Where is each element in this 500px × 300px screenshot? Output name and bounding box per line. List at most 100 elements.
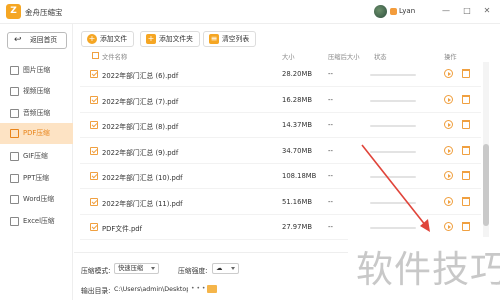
row-checkbox[interactable] [90, 147, 98, 155]
maximize-button[interactable]: □ [461, 5, 473, 17]
play-icon[interactable] [444, 146, 453, 155]
table-row[interactable]: 2022年部门汇总 (9).pdf 34.70MB -- [80, 139, 481, 164]
ppt-icon [10, 174, 19, 183]
play-icon[interactable] [444, 120, 453, 129]
audio-icon [10, 109, 19, 118]
column-status: 状态 [374, 54, 387, 61]
watermark: 软件技巧 [356, 248, 500, 291]
compressed-size: -- [328, 198, 333, 206]
table-row[interactable]: 2022年部门汇总 (11).pdf 51.16MB -- [80, 190, 481, 215]
pdf-icon [10, 129, 19, 138]
sidebar-item-video[interactable]: 视频压缩 [0, 81, 73, 102]
mode-select[interactable]: 快速压缩 [114, 263, 159, 274]
play-icon[interactable] [444, 69, 453, 78]
strength-value: ☁ [216, 265, 223, 272]
compressed-size: -- [328, 96, 333, 104]
row-checkbox[interactable] [90, 121, 98, 129]
vip-icon [390, 8, 397, 15]
sidebar-item-word[interactable]: Word压缩 [0, 189, 73, 210]
folder-plus-icon: + [146, 34, 156, 44]
row-checkbox[interactable] [90, 70, 98, 78]
sidebar-item-ppt[interactable]: PPT压缩 [0, 168, 73, 189]
play-icon[interactable] [444, 222, 453, 231]
progress-bar [370, 125, 416, 127]
browse-more-button[interactable]: • • • [191, 285, 205, 292]
play-icon[interactable] [444, 197, 453, 206]
file-size: 16.28MB [282, 96, 312, 104]
clear-list-button[interactable]: ≡ 清空列表 [203, 31, 257, 47]
trash-icon[interactable] [462, 95, 470, 104]
progress-bar [370, 151, 416, 153]
column-name: 文件名称 [102, 54, 128, 61]
file-size: 14.37MB [282, 121, 312, 129]
back-home-button[interactable]: ↩ 返回首页 [7, 32, 67, 49]
file-name: 2022年部门汇总 (6).pdf [102, 72, 179, 80]
file-size: 28.20MB [282, 70, 312, 78]
avatar[interactable] [374, 5, 387, 18]
title-bar: Z 金舟压缩宝 Lyan — □ ✕ [0, 0, 500, 24]
compressed-size: -- [328, 172, 333, 180]
compressed-size: -- [328, 223, 333, 231]
table-row[interactable]: 2022年部门汇总 (10).pdf 108.18MB -- [80, 164, 481, 189]
progress-bar [370, 74, 416, 76]
user-name[interactable]: Lyan [399, 7, 415, 15]
add-folder-label: 添加文件夹 [159, 35, 193, 43]
add-file-label: 添加文件 [100, 35, 128, 43]
file-name: 2022年部门汇总 (8).pdf [102, 123, 179, 131]
word-icon [10, 195, 19, 204]
sidebar-item-excel[interactable]: Excel压缩 [0, 211, 73, 232]
back-arrow-icon: ↩ [14, 35, 22, 45]
mode-value: 快速压缩 [118, 265, 144, 272]
scrollbar-thumb[interactable] [483, 144, 489, 226]
column-size: 大小 [282, 54, 295, 61]
column-compressed-size: 压缩后大小 [328, 54, 360, 61]
sidebar-item-audio[interactable]: 音频压缩 [0, 103, 73, 124]
add-file-button[interactable]: + 添加文件 [81, 31, 135, 47]
minimize-button[interactable]: — [440, 5, 452, 17]
file-size: 108.18MB [282, 172, 317, 180]
select-all-checkbox[interactable] [92, 52, 99, 59]
video-icon [10, 87, 19, 96]
sidebar-item-label: GIF压缩 [23, 152, 48, 160]
row-checkbox[interactable] [90, 198, 98, 206]
sidebar-item-image[interactable]: 图片压缩 [0, 60, 73, 81]
strength-label: 压缩强度: [178, 267, 208, 275]
compressed-size: -- [328, 70, 333, 78]
image-icon [10, 66, 19, 75]
file-name: 2022年部门汇总 (10).pdf [102, 174, 183, 182]
trash-icon[interactable] [462, 197, 470, 206]
trash-icon[interactable] [462, 120, 470, 129]
table-header: 文件名称 大小 压缩后大小 状态 操作 [80, 50, 492, 62]
sidebar: ↩ 返回首页 图片压缩 视频压缩 音频压缩 PDF压缩 GIF压缩 PPT压缩 … [0, 24, 73, 300]
plus-icon: + [87, 34, 97, 44]
trash-icon[interactable] [462, 222, 470, 231]
output-path[interactable]: C:\Users\admin\Desktop\金舟 [114, 284, 188, 295]
table-row[interactable]: 2022年部门汇总 (6).pdf 28.20MB -- [80, 62, 481, 87]
play-icon[interactable] [444, 171, 453, 180]
compressed-size: -- [328, 147, 333, 155]
file-size: 51.16MB [282, 198, 312, 206]
file-name: PDF文件.pdf [102, 225, 143, 233]
file-size: 34.70MB [282, 147, 312, 155]
row-checkbox[interactable] [90, 172, 98, 180]
table-row[interactable]: 2022年部门汇总 (8).pdf 14.37MB -- [80, 113, 481, 138]
trash-icon[interactable] [462, 69, 470, 78]
strength-select[interactable]: ☁ [212, 263, 239, 274]
app-title: 金舟压缩宝 [25, 8, 63, 17]
column-action: 操作 [444, 54, 457, 61]
close-button[interactable]: ✕ [481, 5, 493, 17]
row-checkbox[interactable] [90, 96, 98, 104]
play-icon[interactable] [444, 95, 453, 104]
add-folder-button[interactable]: + 添加文件夹 [140, 31, 200, 47]
trash-icon[interactable] [462, 146, 470, 155]
clear-list-label: 清空列表 [222, 35, 250, 43]
folder-icon[interactable] [207, 285, 217, 293]
table-row[interactable]: 2022年部门汇总 (7).pdf 16.28MB -- [80, 88, 481, 113]
sidebar-item-pdf[interactable]: PDF压缩 [0, 123, 73, 144]
sidebar-item-gif[interactable]: GIF压缩 [0, 146, 73, 167]
sidebar-item-label: 视频压缩 [23, 87, 51, 95]
trash-icon[interactable] [462, 171, 470, 180]
row-checkbox[interactable] [90, 223, 98, 231]
sidebar-item-label: PPT压缩 [23, 174, 49, 182]
output-label: 输出目录: [81, 287, 111, 295]
